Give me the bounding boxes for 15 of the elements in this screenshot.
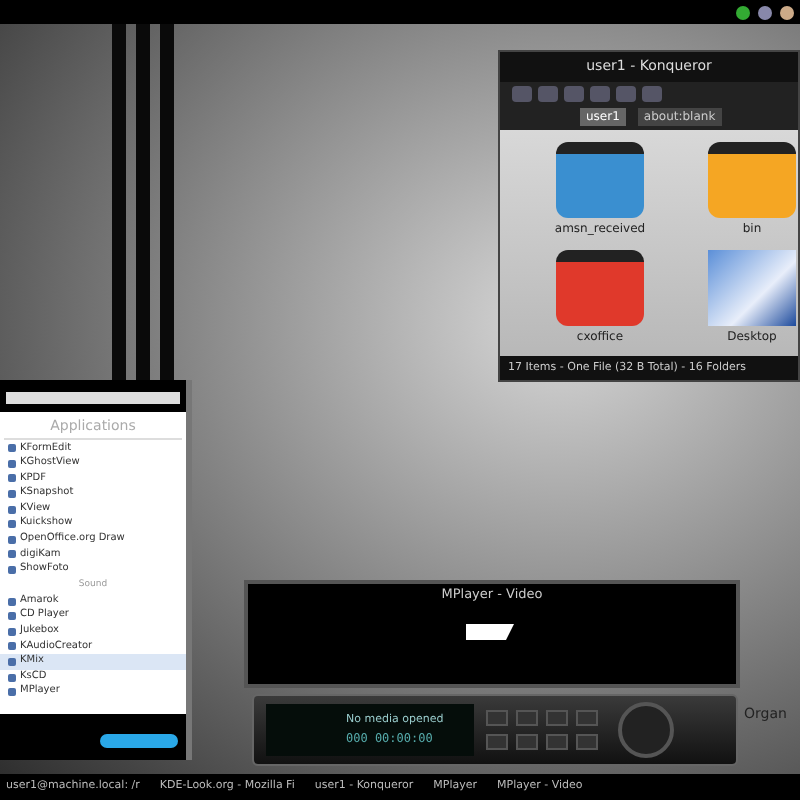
control-button[interactable] [486, 734, 508, 750]
control-button[interactable] [486, 710, 508, 726]
desktop-preview-icon[interactable] [708, 250, 796, 327]
folder-icon[interactable] [556, 250, 644, 327]
control-button[interactable] [516, 710, 538, 726]
control-button[interactable] [576, 734, 598, 750]
folder-icon[interactable] [708, 141, 796, 217]
control-button[interactable] [546, 710, 568, 726]
control-button[interactable] [546, 734, 568, 750]
control-button[interactable] [576, 710, 598, 726]
menu-button[interactable] [100, 734, 178, 748]
navigation-pad[interactable] [618, 702, 674, 758]
folder-icon[interactable] [556, 141, 644, 217]
control-button[interactable] [516, 734, 538, 750]
search-field[interactable] [6, 392, 180, 404]
